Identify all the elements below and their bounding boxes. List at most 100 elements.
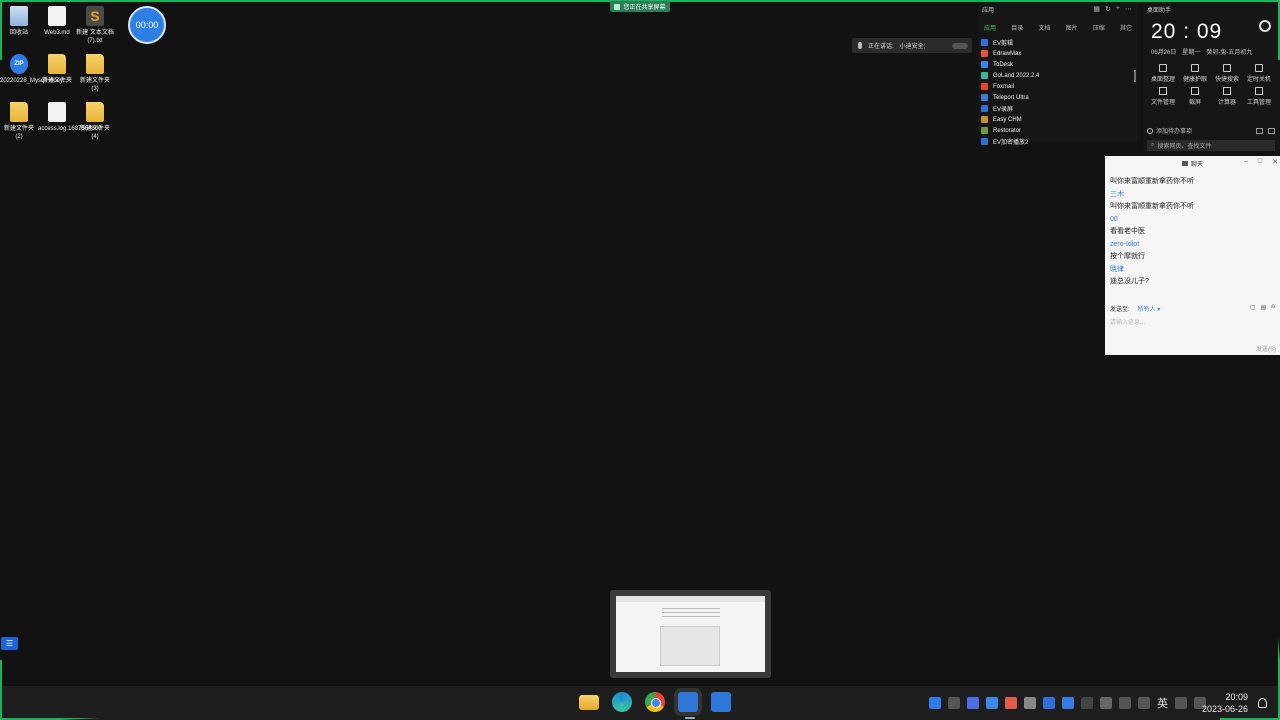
meeting-timer[interactable]: 00:00 — [128, 6, 166, 44]
user-icon[interactable]: ⍝ — [1271, 304, 1275, 313]
chrome-browser-icon[interactable] — [645, 692, 665, 712]
app-icon — [981, 83, 988, 90]
app-tray-icon[interactable] — [948, 697, 960, 709]
chat-titlebar[interactable]: 聊天 – □ ✕ — [1105, 156, 1280, 170]
tab-archives[interactable]: 压缩 — [1093, 23, 1105, 32]
image-icon[interactable]: ▤ — [1261, 304, 1267, 313]
wifi-icon[interactable] — [1100, 697, 1112, 709]
clock-time: 20:09 — [1225, 692, 1248, 702]
desktop-icon-folder-3[interactable]: 新建文件夹 (3) — [76, 54, 114, 93]
assistant-title: 桌面助手 — [1147, 8, 1172, 14]
app-list-item[interactable]: EV加密播放2 — [978, 136, 1138, 147]
tool-desktop-organize[interactable]: 桌面整理 — [1147, 64, 1179, 83]
app-list-item[interactable]: EV录屏 — [978, 103, 1138, 114]
edit-icon[interactable] — [1268, 127, 1275, 134]
more-icon[interactable]: ⋯ — [1125, 5, 1132, 13]
battery-icon[interactable] — [1119, 697, 1131, 709]
desktop-icon-folder-4[interactable]: 新建文件夹 (4) — [76, 102, 114, 141]
taskbar-clock[interactable]: 20:09 2023-06-26 — [1198, 691, 1248, 715]
tool-quick-search[interactable]: 快捷搜索 — [1211, 64, 1243, 83]
tool-manage[interactable]: 工具管理 — [1243, 87, 1275, 106]
chat-title: 聊天 — [1190, 161, 1203, 168]
assistant-search-input[interactable]: ⌕ 搜索网页、查找文件 — [1147, 140, 1275, 151]
app-list-item[interactable]: Foxmail — [978, 81, 1138, 92]
desktop-icon-access-log[interactable]: access.log.1687564800 — [38, 102, 102, 133]
meeting-app-icon[interactable] — [678, 692, 698, 712]
app-icon — [981, 94, 988, 101]
assistant-lunar-date: 癸卯-兔-五月初九 — [1206, 50, 1253, 56]
app-name: EV加密播放2 — [993, 140, 1029, 146]
todo-row[interactable]: 添加待办事项 — [1147, 126, 1275, 135]
tab-images[interactable]: 图片 — [1066, 23, 1078, 32]
add-icon[interactable]: + — [1116, 5, 1120, 13]
app-list-item[interactable]: Teleport Ultra — [978, 92, 1138, 103]
app-list-item[interactable]: GoLand 2022.2.4 — [978, 70, 1138, 81]
shield-icon[interactable] — [967, 697, 979, 709]
display-icon[interactable] — [1175, 697, 1187, 709]
app-name: Easy CHM — [993, 116, 1022, 123]
chat-message: 叫你来富顺重新拿药你不听 — [1110, 203, 1194, 210]
app-tray-icon[interactable] — [1081, 697, 1093, 709]
list-icon[interactable] — [1256, 127, 1263, 134]
maximize-icon[interactable]: □ — [1258, 158, 1262, 166]
tool-screenshot[interactable]: 截屏 — [1179, 87, 1211, 106]
tab-documents[interactable]: 文档 — [1038, 23, 1050, 32]
weather-sun-icon[interactable] — [1259, 20, 1271, 32]
desktop-icon-folder-2[interactable]: 新建文件夹 (2) — [0, 102, 38, 141]
minimize-icon[interactable]: – — [1244, 158, 1248, 166]
app-list-item[interactable]: EV剪辑 — [978, 37, 1138, 48]
tool-timed-shutdown[interactable]: 定时关机 — [1243, 64, 1275, 83]
update-icon[interactable] — [986, 697, 998, 709]
p-app-icon[interactable] — [1043, 697, 1055, 709]
chat-input[interactable]: 请输入信息... — [1110, 317, 1145, 326]
app-list-item[interactable]: Easy CHM — [978, 114, 1138, 125]
tool-label: 文件管理 — [1150, 100, 1175, 106]
app-tray-icon[interactable] — [1005, 697, 1017, 709]
send-button[interactable]: 发送(S) — [1256, 344, 1276, 353]
screen-share-banner[interactable]: 您正在共享屏幕 — [610, 1, 670, 12]
tab-directory[interactable]: 目录 — [1011, 23, 1023, 32]
thumbnail-content — [616, 596, 765, 672]
desktop-organize-icon — [1159, 64, 1167, 72]
chat-message: 按个摩就行 — [1110, 253, 1145, 260]
desktop-icon-recycle-bin[interactable]: 回收站 — [0, 6, 38, 37]
edge-browser-icon[interactable] — [612, 692, 632, 712]
chat-window: 聊天 – □ ✕ 叫你来富顺重新拿药你不听 三木 叫你来富顺重新拿药你不听 00 看看老… — [1105, 156, 1280, 355]
app-list-item[interactable]: Restorator — [978, 125, 1138, 136]
tool-file-manager[interactable]: 文件管理 — [1147, 87, 1179, 106]
desktop-icon-label: 回收站 — [9, 30, 28, 36]
desktop-icon-zip[interactable]: ZIP 20220228_MysqlHoney... — [0, 54, 68, 85]
window-thumbnail-preview[interactable] — [610, 590, 771, 678]
microphone-icon[interactable] — [1138, 697, 1150, 709]
desktop-icon-label: access.log.1687564800 — [38, 126, 102, 132]
file-explorer-icon[interactable] — [579, 694, 599, 710]
send-to-dropdown[interactable]: 所有人 ▾ — [1138, 304, 1161, 313]
sublime-text-icon: S — [86, 6, 104, 26]
tencent-meeting-icon[interactable] — [711, 692, 731, 712]
desktop-icon-folder[interactable]: 新建文件夹 — [38, 54, 76, 85]
start-button[interactable] — [546, 692, 566, 712]
network-tray-icon[interactable] — [1024, 697, 1036, 709]
desktop-icon-text-file[interactable]: S 新建 文本文档 (7).txt — [76, 6, 114, 45]
app-icon — [981, 72, 988, 79]
taskbar-apps — [546, 692, 731, 712]
tab-apps[interactable]: 应用 — [984, 23, 996, 32]
grid-view-icon[interactable]: ▦ — [1093, 5, 1100, 13]
side-menu-button[interactable]: ☰ — [1, 637, 18, 650]
file-icon[interactable]: ▢ — [1250, 304, 1256, 313]
tool-eye-care[interactable]: 健康护眼 — [1179, 64, 1211, 83]
input-language[interactable]: 英 — [1157, 695, 1168, 711]
notification-icon[interactable] — [1258, 698, 1267, 708]
close-icon[interactable]: ✕ — [1272, 158, 1278, 166]
desktop-icon-web3[interactable]: Web3.md — [38, 6, 76, 37]
tab-other[interactable]: 其它 — [1120, 23, 1132, 32]
meeting-tray-icon[interactable] — [929, 697, 941, 709]
chat-tray-icon[interactable] — [1062, 697, 1074, 709]
assistant-tools: 桌面整理 健康护眼 快捷搜索 定时关机 文件管理 截屏 计算器 工具管理 — [1147, 64, 1275, 106]
scrollbar[interactable] — [1134, 70, 1136, 82]
app-list-item[interactable]: EdrawMax — [978, 48, 1138, 59]
app-list-item[interactable]: ToDesk — [978, 59, 1138, 70]
tool-calculator[interactable]: 计算器 — [1211, 87, 1243, 106]
app-name: Teleport Ultra — [993, 94, 1029, 101]
refresh-icon[interactable]: ↻ — [1105, 5, 1111, 13]
